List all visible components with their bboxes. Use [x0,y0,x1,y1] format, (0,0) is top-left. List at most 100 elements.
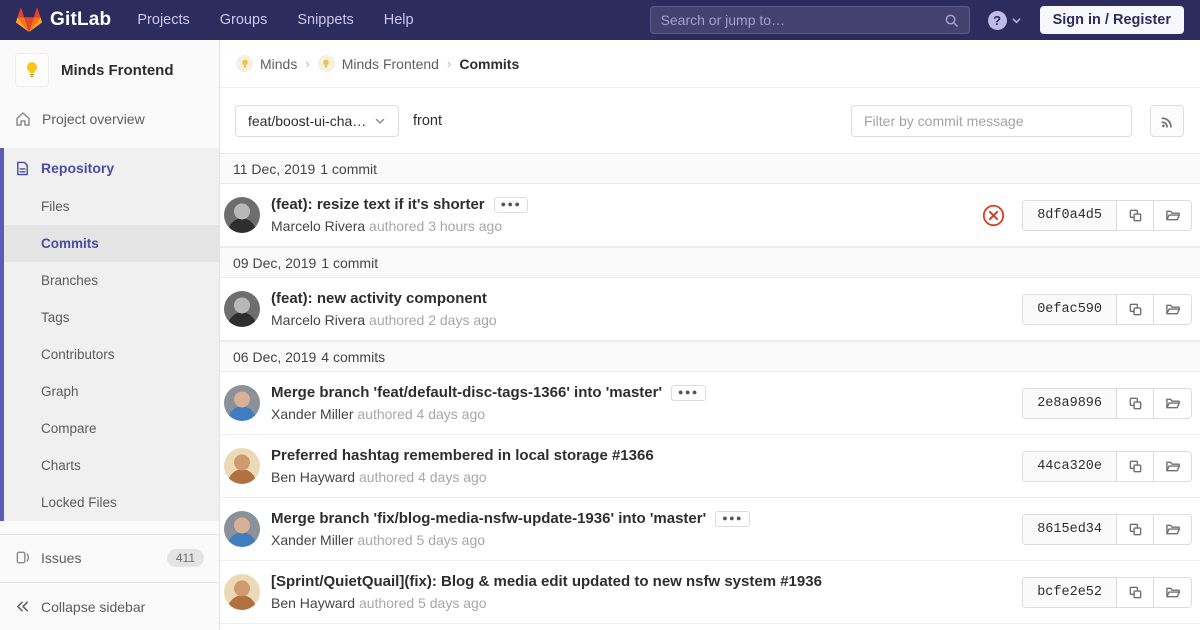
sidebar-item-branches[interactable]: Branches [4,262,219,299]
sidebar-item-label: Charts [41,458,81,473]
breadcrumb-current: Commits [459,55,520,72]
commit-sha[interactable]: 8df0a4d5 [1023,200,1117,230]
commit-meta: Xander Miller authored 4 days ago [271,406,706,422]
nav-link-snippets[interactable]: Snippets [297,12,353,28]
sidebar-item-tags[interactable]: Tags [4,299,219,336]
gitlab-logo[interactable]: GitLab [16,8,111,32]
commit-filter-input[interactable] [851,105,1132,137]
search-input[interactable] [660,12,944,28]
commit-date-header: 11 Dec, 2019 1 commit [220,153,1200,184]
commit-sha[interactable]: 8615ed34 [1023,514,1117,544]
brand-wordmark: GitLab [50,9,112,30]
commit-description-toggle[interactable]: ●●● [493,196,529,213]
sidebar-item-graph[interactable]: Graph [4,373,219,410]
commit-author-link[interactable]: Marcelo Rivera [271,218,365,234]
sidebar-item-compare[interactable]: Compare [4,410,219,447]
commit-authored-time: authored 2 days ago [369,312,497,328]
commit-title-link[interactable]: Preferred hashtag remembered in local st… [271,447,654,464]
top-navbar: GitLab Projects Groups Snippets Help ? Sign… [0,0,1200,40]
group-avatar [236,55,253,72]
sidebar-item-locked-files[interactable]: Locked Files [4,484,219,521]
commit-sha[interactable]: 2e8a9896 [1023,388,1117,418]
commit-authored-time: authored 3 hours ago [369,218,503,234]
copy-sha-button[interactable] [1117,388,1154,418]
collapse-sidebar-label: Collapse sidebar [41,598,146,615]
commit-title-link[interactable]: [Sprint/QuietQuail](fix): Blog & media e… [271,573,822,590]
collapse-sidebar-button[interactable]: Collapse sidebar [0,582,219,630]
browse-files-button[interactable] [1154,388,1191,418]
nav-link-projects[interactable]: Projects [137,12,189,28]
sidebar-item-issues[interactable]: Issues 411 [0,534,219,580]
sign-in-register-button[interactable]: Sign in / Register [1039,6,1184,34]
browse-files-button[interactable] [1154,200,1191,230]
commit-author-link[interactable]: Xander Miller [271,406,353,422]
commit-date-header: 09 Dec, 2019 1 commit [220,247,1200,278]
breadcrumb-item-project[interactable]: Minds Frontend [317,55,439,72]
commit-author-link[interactable]: Ben Hayward [271,595,355,611]
copy-sha-button[interactable] [1117,577,1154,607]
branch-selector-dropdown[interactable]: feat/boost-ui-cha… [235,105,399,137]
commit-row: Merge branch 'fix/blog-media-nsfw-update… [220,498,1200,561]
commit-sha[interactable]: 0efac590 [1023,294,1117,324]
commit-row: (feat): new activity component Marcelo R… [220,278,1200,341]
author-avatar[interactable] [224,385,260,421]
commit-description-toggle[interactable]: ●●● [671,384,706,401]
sidebar-item-repository[interactable]: Repository [4,148,219,188]
commit-sha-group: 44ca320e [1022,450,1192,482]
browse-files-button[interactable] [1154,451,1191,481]
document-icon [15,161,30,176]
ref-path-label: front [413,113,443,129]
commit-author-link[interactable]: Marcelo Rivera [271,312,365,328]
sidebar-item-project-overview[interactable]: Project overview [0,97,219,141]
commit-count: 4 commits [321,348,386,365]
commit-row: Preferred hashtag remembered in local st… [220,435,1200,498]
commit-title-link[interactable]: (feat): new activity component [271,290,487,307]
browse-files-button[interactable] [1154,294,1191,324]
rss-feed-button[interactable] [1150,105,1184,137]
sidebar-item-label: Contributors [41,347,115,362]
sidebar-item-label: Files [41,199,70,214]
copy-sha-button[interactable] [1117,200,1154,230]
commit-author-link[interactable]: Xander Miller [271,532,353,548]
pipeline-failed-icon[interactable] [982,204,1005,227]
copy-sha-button[interactable] [1117,514,1154,544]
author-avatar[interactable] [224,511,260,547]
sidebar-item-files[interactable]: Files [4,188,219,225]
author-avatar[interactable] [224,448,260,484]
help-menu[interactable]: ? [987,10,1022,30]
author-avatar[interactable] [224,291,260,327]
sidebar-item-label: Repository [41,160,115,176]
sidebar-item-charts[interactable]: Charts [4,447,219,484]
global-search[interactable] [649,6,970,34]
copy-sha-button[interactable] [1117,294,1154,324]
commit-description-toggle[interactable]: ●●● [715,510,750,527]
author-avatar[interactable] [224,197,260,233]
search-icon [944,13,959,28]
commit-sha[interactable]: 44ca320e [1023,451,1117,481]
browse-files-button[interactable] [1154,577,1191,607]
sidebar-item-contributors[interactable]: Contributors [4,336,219,373]
commit-title-link[interactable]: (feat): resize text if it's shorter [271,196,485,213]
commit-sha[interactable]: bcfe2e52 [1023,577,1117,607]
commit-meta: Marcelo Rivera authored 2 days ago [271,312,497,328]
breadcrumb-item-group[interactable]: Minds [236,55,297,72]
folder-icon [1165,522,1181,537]
breadcrumb-label: Minds [260,55,298,72]
commit-title-link[interactable]: Merge branch 'fix/blog-media-nsfw-update… [271,510,706,527]
commit-author-link[interactable]: Ben Hayward [271,469,355,485]
nav-link-groups[interactable]: Groups [220,12,268,28]
sidebar-item-commits[interactable]: Commits [4,225,219,262]
sidebar-item-label: Tags [41,310,70,325]
breadcrumb: Minds › Minds Frontend › Commits [220,40,1200,88]
sidebar-item-label: Graph [41,384,79,399]
commit-title-link[interactable]: Merge branch 'feat/default-disc-tags-136… [271,384,662,401]
breadcrumb-separator: › [446,56,452,71]
nav-link-help[interactable]: Help [384,12,414,28]
gitlab-tanuki-icon [16,8,42,32]
copy-sha-button[interactable] [1117,451,1154,481]
copy-icon [1128,585,1143,600]
author-avatar[interactable] [224,574,260,610]
browse-files-button[interactable] [1154,514,1191,544]
rss-icon [1160,114,1175,129]
project-header[interactable]: Minds Frontend [0,40,219,97]
